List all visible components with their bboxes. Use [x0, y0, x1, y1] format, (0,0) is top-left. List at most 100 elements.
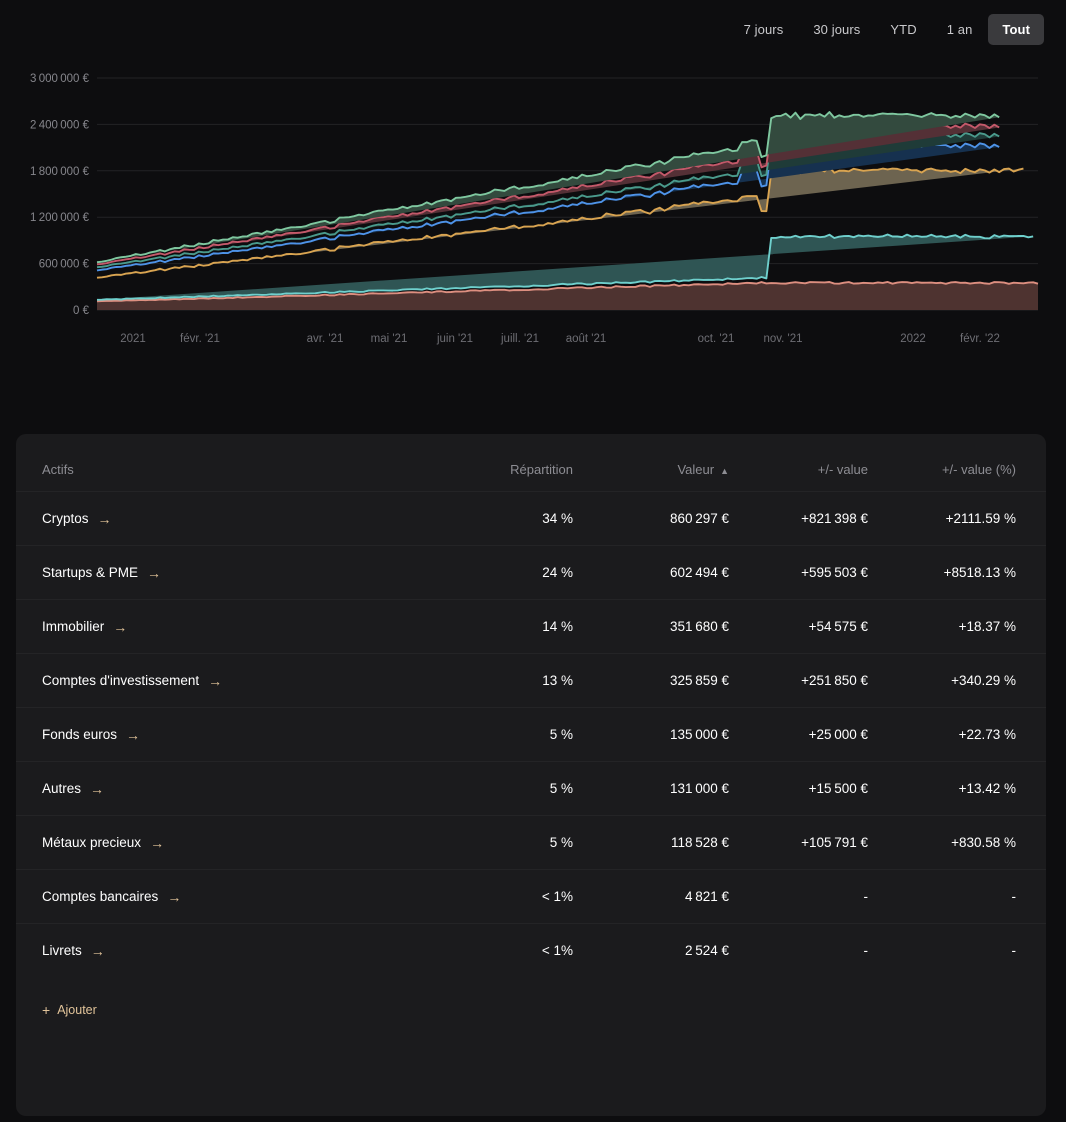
table-row[interactable]: Fonds euros → 5 % 135 000 € +25 000 € +22.73 … — [16, 707, 1046, 762]
table-row[interactable]: Comptes bancaires → < 1% 4 821 € - - — [16, 869, 1046, 924]
asset-link[interactable]: Autres → — [42, 781, 104, 796]
chart-x-tick-label: avr. '21 — [307, 333, 344, 345]
cell-asset-name: Livrets → — [16, 924, 436, 978]
asset-link[interactable]: Comptes bancaires → — [42, 889, 181, 904]
cell-plus-value-pct: +8518.13 % — [943, 565, 1016, 580]
portfolio-area-chart[interactable]: 3 000 000 € 2 400 000 € 1 800 000 € 1 200 0… — [0, 60, 1066, 355]
add-asset-button[interactable]: + Ajouter — [42, 1003, 97, 1017]
cell-plus-value: - — [863, 943, 869, 958]
cell-repartition: 13 % — [542, 673, 573, 688]
chart-x-tick-label: févr. '22 — [960, 333, 1000, 345]
cell-plus-value: +54 575 € — [808, 619, 868, 634]
cell-asset-name: Autres → — [16, 762, 436, 816]
column-header-plus-value-pct[interactable]: +/- value (%) — [896, 434, 1046, 492]
range-button-ytd[interactable]: YTD — [876, 14, 930, 45]
asset-name-label: Startups & PME — [42, 565, 139, 580]
chart-x-tick-label: août '21 — [566, 333, 607, 345]
column-header-valeur[interactable]: Valeur ▲ — [581, 434, 741, 492]
cell-plus-value-pct: - — [1011, 889, 1017, 904]
arrow-right-icon: → — [208, 672, 223, 689]
column-header-plus-value[interactable]: +/- value — [741, 434, 896, 492]
chart-y-tick-label: 1 200 000 € — [30, 212, 90, 224]
asset-link[interactable]: Comptes d'investissement → — [42, 673, 222, 688]
cell-plus-value-pct: +13.42 % — [958, 781, 1016, 796]
arrow-right-icon: → — [97, 510, 112, 527]
cell-asset-name: Fonds euros → — [16, 708, 436, 762]
asset-link[interactable]: Métaux precieux → — [42, 835, 164, 850]
cell-plus-value-pct: +22.73 % — [958, 727, 1016, 742]
cell-repartition: < 1% — [541, 943, 573, 958]
cell-repartition: 14 % — [542, 619, 573, 634]
chart-x-tick-label: 2022 — [900, 333, 926, 345]
cell-valeur: 131 000 € — [669, 781, 729, 796]
cell-valeur: 2 524 € — [685, 943, 729, 958]
sort-ascending-icon: ▲ — [720, 466, 729, 476]
cell-asset-name: Comptes d'investissement → — [16, 654, 436, 708]
cell-asset-name: Startups & PME → — [16, 546, 436, 600]
chart-x-tick-label: juin '21 — [436, 333, 473, 345]
cell-valeur: 4 821 € — [685, 889, 729, 904]
table-row[interactable]: Comptes d'investissement → 13 % 325 859 € +2… — [16, 653, 1046, 708]
cell-valeur: 351 680 € — [669, 619, 729, 634]
cell-plus-value: +25 000 € — [808, 727, 868, 742]
chart-y-tick-label: 600 000 € — [39, 259, 90, 271]
asset-name-label: Cryptos — [42, 511, 89, 526]
chart-y-tick-label: 1 800 000 € — [30, 166, 90, 178]
cell-asset-name: Cryptos → — [16, 492, 436, 546]
cell-asset-name: Immobilier → — [16, 600, 436, 654]
table-row[interactable]: Startups & PME → 24 % 602 494 € +595 503 € +8… — [16, 545, 1046, 600]
cell-valeur: 135 000 € — [669, 727, 729, 742]
table-row[interactable]: Livrets → < 1% 2 524 € - - — [16, 923, 1046, 978]
asset-link[interactable]: Startups & PME → — [42, 565, 161, 580]
table-row[interactable]: Autres → 5 % 131 000 € +15 500 € +13.42 % — [16, 761, 1046, 816]
cell-repartition: 34 % — [542, 511, 573, 526]
cell-repartition: < 1% — [541, 889, 573, 904]
table-row[interactable]: Immobilier → 14 % 351 680 € +54 575 € +18.37 … — [16, 599, 1046, 654]
time-range-selector: 7 jours 30 jours YTD 1 an Tout — [730, 14, 1044, 45]
assets-table-card: Actifs Répartition Valeur ▲ +/- value +/-… — [16, 434, 1046, 1116]
arrow-right-icon: → — [167, 888, 182, 905]
assets-table-body: Cryptos → 34 % 860 297 € +821 398 € +2111.59 … — [16, 491, 1046, 978]
cell-plus-value: +821 398 € — [801, 511, 868, 526]
assets-table: Actifs Répartition Valeur ▲ +/- value +/-… — [16, 434, 1046, 1042]
column-header-actifs[interactable]: Actifs — [16, 434, 436, 492]
asset-link[interactable]: Cryptos → — [42, 511, 112, 526]
cell-plus-value: +595 503 € — [801, 565, 868, 580]
range-button-30-jours[interactable]: 30 jours — [799, 14, 874, 45]
asset-name-label: Fonds euros — [42, 727, 118, 742]
range-button-7-jours[interactable]: 7 jours — [730, 14, 798, 45]
asset-name-label: Comptes d'investissement — [42, 673, 200, 688]
cell-plus-value: +15 500 € — [808, 781, 868, 796]
arrow-right-icon: → — [90, 780, 105, 797]
asset-link[interactable]: Fonds euros → — [42, 727, 140, 742]
assets-table-header: Actifs Répartition Valeur ▲ +/- value +/-… — [16, 434, 1046, 492]
add-asset-cell: + Ajouter — [16, 977, 1046, 1042]
asset-name-label: Comptes bancaires — [42, 889, 159, 904]
chart-y-tick-label: 2 400 000 € — [30, 119, 90, 131]
column-header-repartition[interactable]: Répartition — [436, 434, 581, 492]
asset-name-label: Autres — [42, 781, 82, 796]
column-header-valeur-label: Valeur — [677, 462, 715, 477]
chart-x-tick-label: oct. '21 — [698, 333, 735, 345]
range-button-1-an[interactable]: 1 an — [933, 14, 987, 45]
portfolio-dashboard: 7 jours 30 jours YTD 1 an Tout 3 000 000… — [0, 0, 1066, 1122]
table-row[interactable]: Cryptos → 34 % 860 297 € +821 398 € +2111.59 … — [16, 491, 1046, 546]
cell-plus-value-pct: +2111.59 % — [945, 511, 1016, 526]
chart-x-tick-label: 2021 — [120, 333, 146, 345]
chart-canvas[interactable]: 3 000 000 € 2 400 000 € 1 800 000 € 1 200 0… — [0, 60, 1066, 355]
table-row[interactable]: Métaux precieux → 5 % 118 528 € +105 791 € +8… — [16, 815, 1046, 870]
cell-plus-value-pct: - — [1011, 943, 1017, 958]
range-button-tout[interactable]: Tout — [988, 14, 1044, 45]
asset-link[interactable]: Immobilier → — [42, 619, 127, 634]
cell-plus-value-pct: +340.29 % — [951, 673, 1016, 688]
arrow-right-icon: → — [126, 726, 141, 743]
cell-plus-value: - — [863, 889, 869, 904]
chart-x-tick-label: févr. '21 — [180, 333, 220, 345]
asset-link[interactable]: Livrets → — [42, 943, 105, 958]
cell-repartition: 5 % — [549, 835, 573, 850]
cell-plus-value-pct: +18.37 % — [958, 619, 1016, 634]
cell-valeur: 118 528 € — [670, 835, 729, 850]
cell-valeur: 325 859 € — [669, 673, 729, 688]
cell-plus-value-pct: +830.58 % — [951, 835, 1016, 850]
cell-valeur: 602 494 € — [669, 565, 729, 580]
